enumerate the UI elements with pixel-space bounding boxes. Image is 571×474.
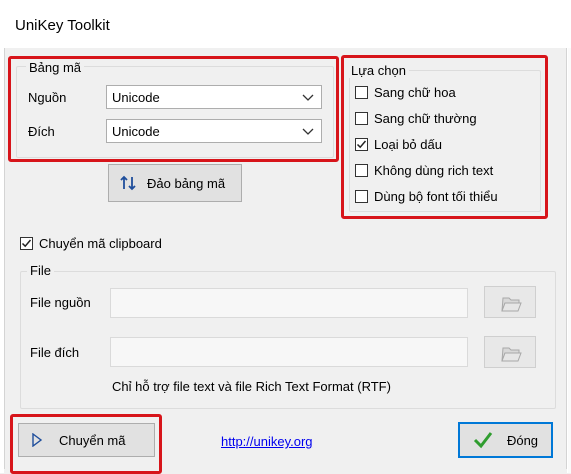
checkbox[interactable] xyxy=(355,189,368,203)
option-uppercase[interactable]: Sang chữ hoa xyxy=(355,79,498,105)
option-lowercase[interactable]: Sang chữ thường xyxy=(355,105,498,131)
checkmark-icon xyxy=(473,432,493,449)
source-encoding-select[interactable]: Unicode xyxy=(106,85,322,109)
dest-label: Đích xyxy=(28,124,55,139)
checkbox-checked[interactable] xyxy=(355,137,368,151)
option-no-rich-text[interactable]: Không dùng rich text xyxy=(355,157,498,183)
checkbox[interactable] xyxy=(355,163,368,177)
dest-encoding-select[interactable]: Unicode xyxy=(106,119,322,143)
browse-dest-button[interactable] xyxy=(484,336,536,368)
option-label: Không dùng rich text xyxy=(374,162,494,178)
convert-label: Chuyển mã xyxy=(59,432,126,448)
dest-encoding-value: Unicode xyxy=(112,123,160,139)
option-label: Loại bỏ dấu xyxy=(374,136,442,152)
clipboard-label: Chuyển mã clipboard xyxy=(39,235,162,251)
file-note: Chỉ hỗ trợ file text và file Rich Text F… xyxy=(112,379,391,394)
options-list: Sang chữ hoa Sang chữ thường Loại bỏ dấu… xyxy=(355,79,498,209)
checkbox[interactable] xyxy=(355,111,368,125)
swap-encoding-label: Đảo bảng mã xyxy=(147,175,226,191)
file-dest-label: File đích xyxy=(30,345,80,360)
checkmark-icon xyxy=(21,239,32,247)
source-label: Nguồn xyxy=(28,90,67,105)
folder-open-icon xyxy=(501,297,522,312)
option-min-font[interactable]: Dùng bộ font tối thiểu xyxy=(355,183,498,209)
chevron-down-icon xyxy=(302,128,314,135)
option-label: Sang chữ hoa xyxy=(374,84,456,100)
option-remove-accents[interactable]: Loại bỏ dấu xyxy=(355,131,498,157)
file-source-label: File nguồn xyxy=(30,295,91,310)
clipboard-option[interactable]: Chuyển mã clipboard xyxy=(20,230,162,256)
file-source-input[interactable] xyxy=(110,288,468,318)
checkbox-checked[interactable] xyxy=(20,236,33,250)
close-button[interactable]: Đóng xyxy=(458,422,553,458)
folder-open-icon xyxy=(501,347,522,362)
file-dest-input[interactable] xyxy=(110,337,468,367)
close-label: Đóng xyxy=(506,432,539,448)
swap-arrows-icon xyxy=(120,175,136,191)
swap-encoding-button[interactable]: Đảo bảng mã xyxy=(108,164,242,202)
chevron-down-icon xyxy=(302,94,314,101)
highlight-encoding xyxy=(8,56,339,162)
window-title: UniKey Toolkit xyxy=(15,17,110,34)
option-label: Dùng bộ font tối thiểu xyxy=(374,188,498,204)
convert-button[interactable]: Chuyển mã xyxy=(18,423,155,457)
checkbox[interactable] xyxy=(355,85,368,99)
source-encoding-value: Unicode xyxy=(112,89,160,105)
checkmark-icon xyxy=(356,140,367,148)
website-link[interactable]: http://unikey.org xyxy=(221,434,313,449)
play-icon xyxy=(32,433,43,447)
browse-source-button[interactable] xyxy=(484,286,536,318)
file-group-label: File xyxy=(27,263,54,278)
option-label: Sang chữ thường xyxy=(374,110,477,126)
title-bar: UniKey Toolkit xyxy=(0,0,571,48)
